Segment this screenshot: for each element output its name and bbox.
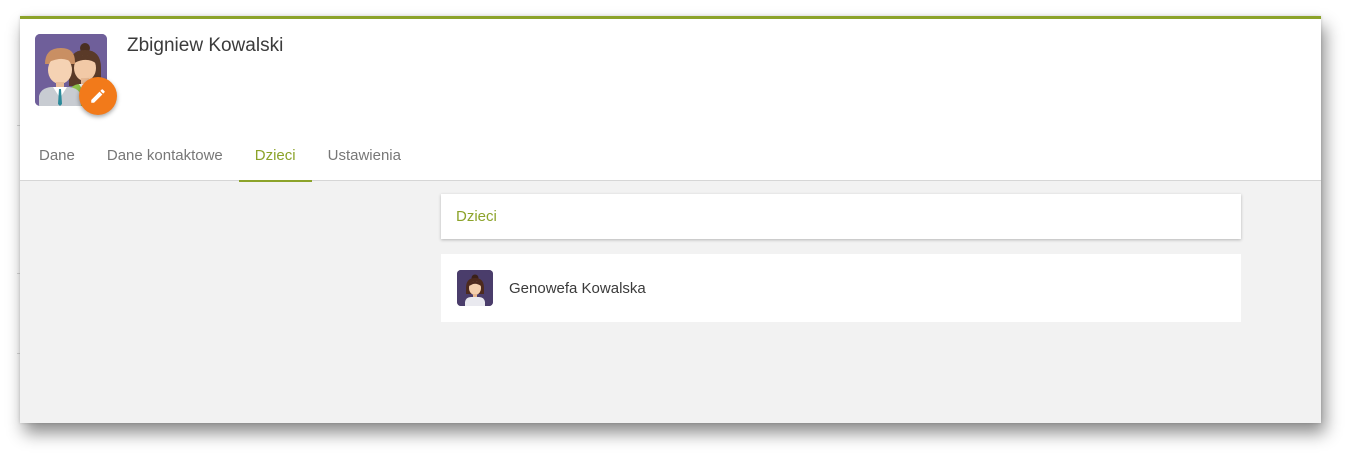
section-title: Dzieci [456, 208, 497, 225]
tab-ustawienia[interactable]: Ustawienia [312, 129, 417, 181]
tab-dane-kontaktowe[interactable]: Dane kontaktowe [91, 129, 239, 181]
profile-window: Zbigniew Kowalski Dane Dane kontaktowe D… [20, 16, 1321, 423]
child-name: Genowefa Kowalska [509, 279, 646, 297]
user-name: Zbigniew Kowalski [127, 35, 284, 56]
profile-tabs: Dane Dane kontaktowe Dzieci Ustawienia [20, 129, 417, 182]
tab-dane[interactable]: Dane [20, 129, 91, 181]
tab-dzieci[interactable]: Dzieci [238, 129, 312, 182]
pencil-icon [91, 89, 105, 103]
profile-header: Zbigniew Kowalski Dane Dane kontaktowe D… [20, 19, 1321, 182]
edit-avatar-button[interactable] [79, 77, 117, 115]
list-item[interactable]: Genowefa Kowalska [441, 254, 1241, 322]
children-section-header: Dzieci [441, 194, 1241, 239]
girl-avatar-icon [457, 270, 493, 306]
